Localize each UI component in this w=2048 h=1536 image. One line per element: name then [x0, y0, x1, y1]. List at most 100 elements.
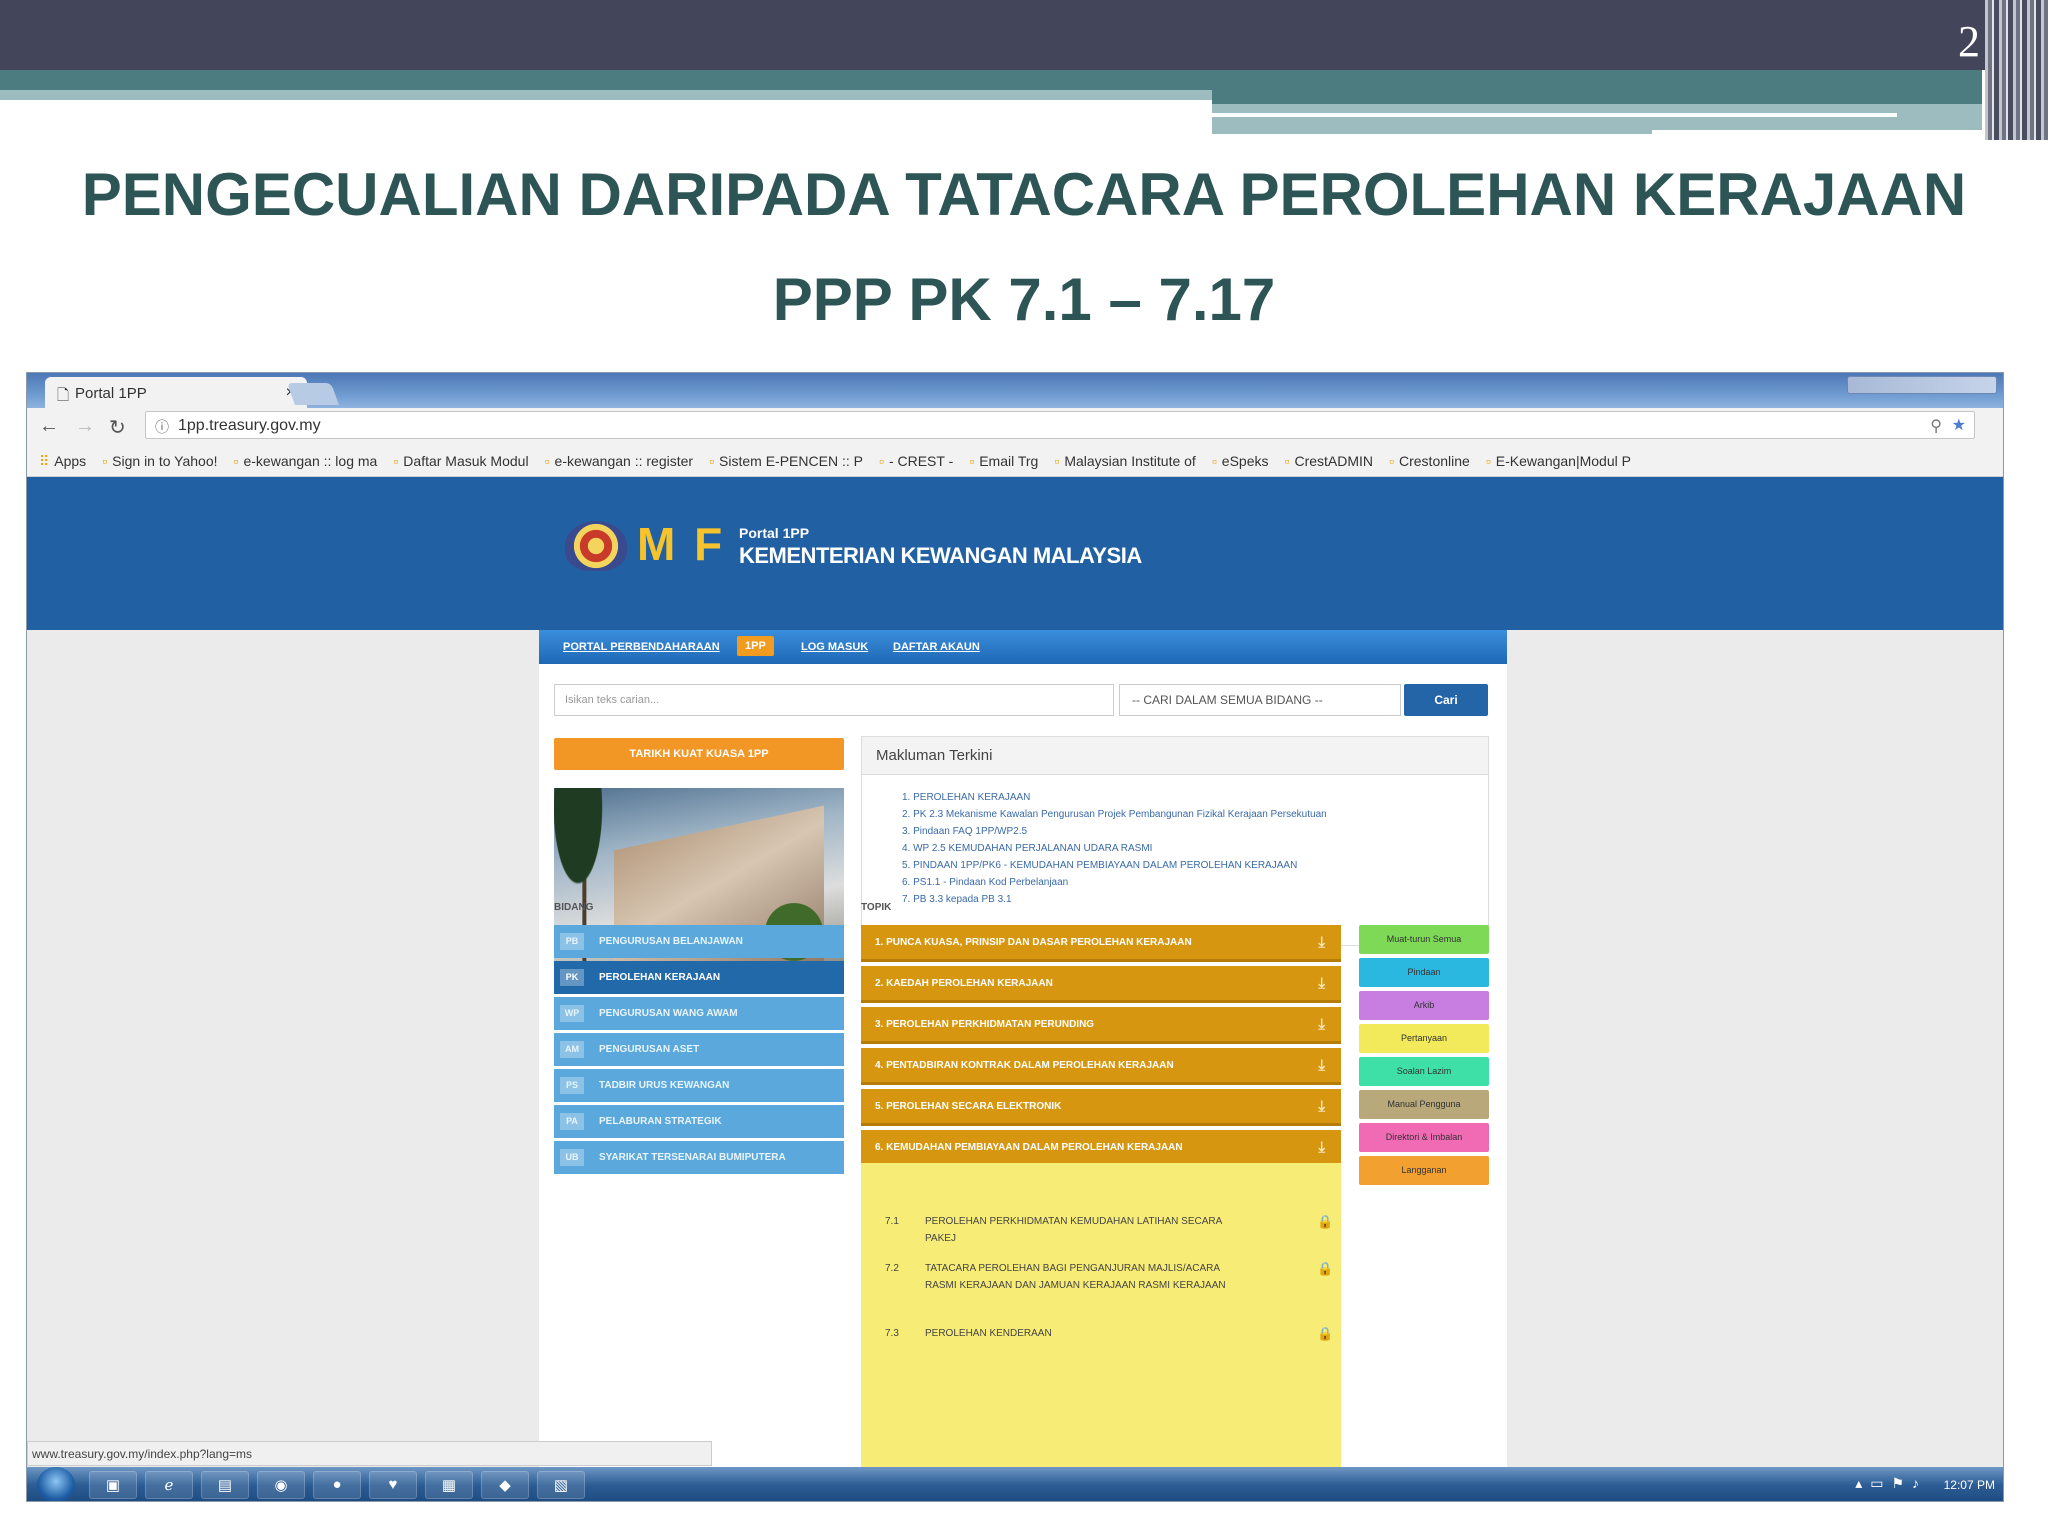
side-button[interactable]: Arkib	[1359, 991, 1489, 1020]
address-bar[interactable]: ⓘ 1pp.treasury.gov.my ⚲ ★	[145, 411, 1975, 439]
forward-icon[interactable]: →	[75, 415, 95, 438]
announcement-link[interactable]: 3. Pindaan FAQ 1PP/WP2.5	[902, 823, 1488, 840]
bookmark-icon: ▫	[1389, 453, 1394, 469]
download-icon[interactable]: ⤓	[1318, 1016, 1325, 1033]
download-icon[interactable]: ⤓	[1318, 1139, 1325, 1156]
new-tab-button[interactable]	[286, 383, 340, 405]
bookmark-label: eSpeks	[1221, 453, 1269, 469]
slide-title: PENGECUALIAN DARIPADA TATACARA PEROLEHAN…	[81, 161, 1967, 228]
pdf-taskbar-icon[interactable]: ◆	[481, 1471, 529, 1499]
ie-taskbar-icon[interactable]: ℯ	[145, 1471, 193, 1499]
side-button[interactable]: Pertanyaan	[1359, 1024, 1489, 1053]
bidang-item[interactable]: PK PEROLEHAN KERAJAAN	[554, 961, 844, 994]
app-taskbar-icon[interactable]: ▦	[425, 1471, 473, 1499]
reload-icon[interactable]: ↻	[109, 415, 126, 440]
search-scope-select[interactable]: -- CARI DALAM SEMUA BIDANG --	[1119, 684, 1401, 716]
slide: 2 PENGECUALIAN DARIPADA TATACARA PEROLEH…	[0, 0, 2048, 1536]
announcement-link[interactable]: 6. PS1.1 - Pindaan Kod Perbelanjaan	[902, 874, 1488, 891]
side-button[interactable]: Muat-turun Semua	[1359, 925, 1489, 954]
bidang-code: PA	[560, 1113, 584, 1130]
folder-taskbar-icon[interactable]: ▤	[201, 1471, 249, 1499]
chrome-taskbar-icon[interactable]: ◉	[257, 1471, 305, 1499]
announcements-panel: Makluman Terkini 1. PEROLEHAN KERAJAAN 2.…	[861, 736, 1489, 946]
bidang-item[interactable]: PA PELABURAN STRATEGIK	[554, 1105, 844, 1138]
info-icon[interactable]: ⓘ	[155, 417, 169, 437]
topik-item[interactable]: 4. PENTADBIRAN KONTRAK DALAM PEROLEHAN K…	[861, 1048, 1341, 1085]
bookmark-item[interactable]: ▫ CrestADMIN	[1285, 453, 1374, 469]
announcement-link[interactable]: 4. WP 2.5 KEMUDAHAN PERJALANAN UDARA RAS…	[902, 840, 1488, 857]
lock-icon: 🔒	[1317, 1326, 1334, 1341]
start-button[interactable]	[37, 1467, 75, 1501]
bookmark-item[interactable]: ▫ Email Trg	[969, 453, 1038, 469]
bookmark-item[interactable]: ▫ Crestonline	[1389, 453, 1470, 469]
firefox-taskbar-icon[interactable]: ●	[313, 1471, 361, 1499]
bookmark-star-icon[interactable]: ★	[1952, 415, 1966, 435]
bookmark-item[interactable]: ▫ Daftar Masuk Modul	[393, 453, 528, 469]
search-button[interactable]: Cari	[1404, 684, 1488, 716]
bidang-item[interactable]: WP PENGURUSAN WANG AWAM	[554, 997, 844, 1030]
side-button[interactable]: Langganan	[1359, 1156, 1489, 1185]
download-icon[interactable]: ⤓	[1318, 934, 1325, 951]
bookmark-item[interactable]: ▫ Sign in to Yahoo!	[102, 453, 217, 469]
download-icon[interactable]: ⤓	[1318, 1098, 1325, 1115]
mof-logo: M F	[637, 518, 726, 570]
download-icon[interactable]: ⤓	[1318, 975, 1325, 992]
announcement-link[interactable]: 5. PINDAAN 1PP/PK6 - KEMUDAHAN PEMBIAYAA…	[902, 857, 1488, 874]
bookmark-item[interactable]: ⠿ Apps	[39, 453, 86, 469]
window-controls[interactable]	[1847, 376, 1997, 394]
coat-of-arms-logo	[565, 521, 627, 571]
nav-daftar-akaun[interactable]: DAFTAR AKAUN	[893, 641, 980, 653]
bookmark-item[interactable]: ▫ E-Kewangan|Modul P	[1486, 453, 1631, 469]
announcement-link[interactable]: 1. PEROLEHAN KERAJAAN	[902, 789, 1488, 806]
side-button[interactable]: Pindaan	[1359, 958, 1489, 987]
back-icon[interactable]: ←	[39, 415, 59, 438]
explorer-taskbar-icon[interactable]: ▣	[89, 1471, 137, 1499]
site-nav: PORTAL PERBENDAHARAAN 1PP LOG MASUK DAFT…	[539, 630, 1507, 664]
topik-item[interactable]: 5. PEROLEHAN SECARA ELEKTRONIK ⤓	[861, 1089, 1341, 1126]
announcement-link[interactable]: 7. PB 3.3 kepada PB 3.1	[902, 891, 1488, 908]
topik-item[interactable]: 6. KEMUDAHAN PEMBIAYAAN DALAM PEROLEHAN …	[861, 1130, 1341, 1167]
nav-1pp[interactable]: 1PP	[737, 636, 774, 656]
bookmark-label: Daftar Masuk Modul	[403, 453, 529, 469]
nav-portal-perbendaharaan[interactable]: PORTAL PERBENDAHARAAN	[563, 641, 720, 653]
download-icon[interactable]: ⤓	[1318, 1057, 1325, 1074]
topik-item[interactable]: 1. PUNCA KUASA, PRINSIP DAN DASAR PEROLE…	[861, 925, 1341, 962]
announcement-link[interactable]: 2. PK 2.3 Mekanisme Kawalan Pengurusan P…	[902, 806, 1488, 823]
announcements-list: 1. PEROLEHAN KERAJAAN 2. PK 2.3 Mekanisme…	[862, 775, 1488, 908]
app-taskbar-icon[interactable]: ▧	[537, 1471, 585, 1499]
browser-tab[interactable]: 🗋 Portal 1PP ×	[45, 377, 307, 408]
side-button[interactable]: Manual Pengguna	[1359, 1090, 1489, 1119]
bookmarks-bar: ⠿ Apps ▫ Sign in to Yahoo! ▫ e-kewangan :: lo…	[27, 444, 2003, 477]
bookmark-item[interactable]: ▫ - CREST -	[879, 453, 953, 469]
system-tray-icons[interactable]: ▴▭⚑♪	[1855, 1475, 1927, 1492]
browser-toolbar: ← → ↻ ⓘ 1pp.treasury.gov.my ⚲ ★	[27, 408, 2003, 444]
topik-label: 4. PENTADBIRAN KONTRAK DALAM PEROLEHAN K…	[875, 1060, 1174, 1071]
topik-label: TOPIK	[861, 902, 892, 913]
bidang-item[interactable]: AM PENGURUSAN ASET	[554, 1033, 844, 1066]
bookmark-label: Apps	[54, 453, 87, 469]
topik-item[interactable]: 3. PEROLEHAN PERKHIDMATAN PERUNDING ⤓	[861, 1007, 1341, 1044]
zoom-icon[interactable]: ⚲	[1930, 416, 1942, 436]
bidang-label: TADBIR URUS KEWANGAN	[599, 1080, 730, 1091]
bookmark-item[interactable]: ▫ eSpeks	[1212, 453, 1269, 469]
bidang-item[interactable]: UB SYARIKAT TERSENARAI BUMIPUTERA	[554, 1141, 844, 1174]
app-taskbar-icon[interactable]: ♥	[369, 1471, 417, 1499]
subtopic-number: 7.1	[885, 1216, 899, 1227]
topik-item[interactable]: 2. KAEDAH PEROLEHAN KERAJAAN ⤓	[861, 966, 1341, 1003]
nav-log-masuk[interactable]: LOG MASUK	[801, 641, 868, 653]
bookmark-item[interactable]: ▫ Malaysian Institute of	[1054, 453, 1195, 469]
bidang-item[interactable]: PB PENGURUSAN BELANJAWAN	[554, 925, 844, 958]
bookmark-item[interactable]: ▫ e-kewangan :: register	[545, 453, 694, 469]
bookmark-item[interactable]: ▫ e-kewangan :: log ma	[234, 453, 378, 469]
status-bar-url: www.treasury.gov.my/index.php?lang=ms	[27, 1441, 712, 1466]
side-button[interactable]: Soalan Lazim	[1359, 1057, 1489, 1086]
bidang-item[interactable]: PS TADBIR URUS KEWANGAN	[554, 1069, 844, 1102]
side-button[interactable]: Direktori & Imbalan	[1359, 1123, 1489, 1152]
bidang-code: PS	[560, 1077, 584, 1094]
slide-subtitle: PPP PK 7.1 – 7.17	[772, 266, 1276, 333]
portal-label: Portal 1PP	[739, 525, 810, 541]
topik-label: 2. KAEDAH PEROLEHAN KERAJAAN	[875, 978, 1053, 989]
effective-date-button[interactable]: TARIKH KUAT KUASA 1PP	[554, 738, 844, 770]
search-input[interactable]: Isikan teks carian...	[554, 684, 1114, 716]
bookmark-item[interactable]: ▫ Sistem E-PENCEN :: P	[709, 453, 863, 469]
